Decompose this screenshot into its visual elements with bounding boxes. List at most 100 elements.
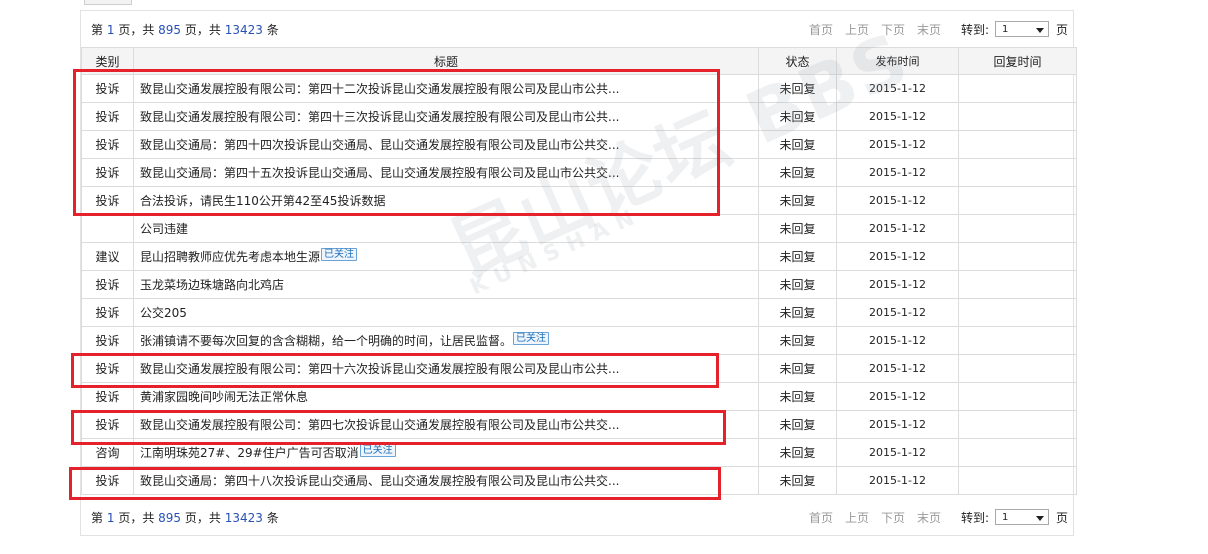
row-title-link[interactable]: 致昆山交通发展控股有限公司：第四十三次投诉昆山交通发展控股有限公司及昆山市公共.… xyxy=(140,110,619,124)
row-title-cell: 合法投诉，请民生110公开第42至45投诉数据 xyxy=(133,186,759,215)
pager-current-page: 1 xyxy=(106,22,115,37)
row-date: 2015-1-12 xyxy=(836,410,959,439)
chevron-down-icon xyxy=(1036,28,1045,33)
row-date: 2015-1-12 xyxy=(836,186,959,215)
row-title-cell: 公司违建 xyxy=(133,214,759,243)
row-title-link[interactable]: 江南明珠苑27#、29#住户广告可否取消 xyxy=(140,446,359,460)
complaint-list-panel: 第 1 页，共 895 页，共 13423 条 首页 上页 下页 末页 转到: … xyxy=(80,10,1077,536)
pager-suffix: 条 xyxy=(266,510,279,525)
row-title-link[interactable]: 公司违建 xyxy=(140,222,188,236)
table-row: 投诉 致昆山交通局：第四十八次投诉昆山交通局、昆山交通发展控股有限公司及昆山市公… xyxy=(81,466,1077,495)
top-stub-button xyxy=(84,0,132,5)
pager-total-pages: 895 xyxy=(158,510,182,525)
row-status: 未回复 xyxy=(758,74,837,103)
row-status: 未回复 xyxy=(758,382,837,411)
pager-bottom: 第 1 页，共 895 页，共 13423 条 首页 上页 下页 末页 转到: … xyxy=(81,499,1073,535)
followed-badge: 已关注 xyxy=(359,444,396,457)
pager-top: 第 1 页，共 895 页，共 13423 条 首页 上页 下页 末页 转到: … xyxy=(81,11,1073,47)
table-row: 投诉 玉龙菜场边珠塘路向北鸡店 未回复 2015-1-12 xyxy=(81,270,1077,299)
row-status: 未回复 xyxy=(758,410,837,439)
last-page-link[interactable]: 末页 xyxy=(917,509,941,526)
row-title-cell: 江南明珠苑27#、29#住户广告可否取消 已关注 xyxy=(133,438,759,467)
prev-page-link[interactable]: 上页 xyxy=(845,21,869,38)
column-header-status: 状态 xyxy=(758,47,837,75)
row-title-link[interactable]: 致昆山交通局：第四十八次投诉昆山交通局、昆山交通发展控股有限公司及昆山市公共交.… xyxy=(140,474,619,488)
row-title-link[interactable]: 致昆山交通局：第四十四次投诉昆山交通局、昆山交通发展控股有限公司及昆山市公共交.… xyxy=(140,138,619,152)
row-title-cell: 玉龙菜场边珠塘路向北鸡店 xyxy=(133,270,759,299)
row-title-link[interactable]: 合法投诉，请民生110公开第42至45投诉数据 xyxy=(140,194,385,208)
pager-mid2: 页，共 xyxy=(184,510,221,525)
row-title-link[interactable]: 昆山招聘教师应优先考虑本地生源 xyxy=(140,250,320,264)
row-title-link[interactable]: 致昆山交通发展控股有限公司：第四十二次投诉昆山交通发展控股有限公司及昆山市公共.… xyxy=(140,82,619,96)
table-row: 投诉 致昆山交通发展控股有限公司：第四十三次投诉昆山交通发展控股有限公司及昆山市… xyxy=(81,102,1077,131)
pager-total-items: 13423 xyxy=(224,22,263,37)
goto-page-select[interactable]: 1 xyxy=(995,21,1050,37)
goto-page-value: 1 xyxy=(1002,512,1009,523)
row-title-cell: 昆山招聘教师应优先考虑本地生源 已关注 xyxy=(133,242,759,271)
row-category: 投诉 xyxy=(81,382,134,411)
row-date: 2015-1-12 xyxy=(836,326,959,355)
row-title-link[interactable]: 致昆山交通发展控股有限公司：第四十六次投诉昆山交通发展控股有限公司及昆山市公共.… xyxy=(140,362,619,376)
next-page-link[interactable]: 下页 xyxy=(881,509,905,526)
first-page-link[interactable]: 首页 xyxy=(809,509,833,526)
pager-info: 第 1 页，共 895 页，共 13423 条 xyxy=(91,509,279,526)
row-status: 未回复 xyxy=(758,130,837,159)
row-title-link[interactable]: 玉龙菜场边珠塘路向北鸡店 xyxy=(140,278,284,292)
row-reply-time xyxy=(958,242,1077,271)
row-title-link[interactable]: 张浦镇请不要每次回复的含含糊糊，给一个明确的时间，让居民监督。 xyxy=(140,334,512,348)
table-row: 咨询 江南明珠苑27#、29#住户广告可否取消 已关注 未回复 2015-1-12 xyxy=(81,438,1077,467)
row-title-cell: 公交205 xyxy=(133,298,759,327)
followed-badge: 已关注 xyxy=(321,248,358,261)
row-reply-time xyxy=(958,186,1077,215)
table-header-row: 类别 标题 状态 发布时间 回复时间 xyxy=(81,47,1077,75)
goto-page: 转到: 1 页 xyxy=(961,509,1068,526)
first-page-link[interactable]: 首页 xyxy=(809,21,833,38)
pager-mid1: 页，共 xyxy=(118,510,155,525)
next-page-link[interactable]: 下页 xyxy=(881,21,905,38)
row-date: 2015-1-12 xyxy=(836,438,959,467)
row-reply-time xyxy=(958,270,1077,299)
pager-nav: 首页 上页 下页 末页 xyxy=(809,21,941,38)
pager-total-pages: 895 xyxy=(158,22,182,37)
row-reply-time xyxy=(958,410,1077,439)
row-status: 未回复 xyxy=(758,466,837,495)
row-title-cell: 致昆山交通发展控股有限公司：第四七次投诉昆山交通发展控股有限公司及昆山市公共交.… xyxy=(133,410,759,439)
row-date: 2015-1-12 xyxy=(836,382,959,411)
pager-info: 第 1 页，共 895 页，共 13423 条 xyxy=(91,21,279,38)
goto-label: 转到: xyxy=(961,22,990,37)
table-row: 投诉 合法投诉，请民生110公开第42至45投诉数据 未回复 2015-1-12 xyxy=(81,186,1077,215)
row-date: 2015-1-12 xyxy=(836,242,959,271)
goto-unit: 页 xyxy=(1056,22,1069,37)
followed-badge: 已关注 xyxy=(513,332,550,345)
complaint-table: 类别 标题 状态 发布时间 回复时间 投诉 致昆山交通发展控股有限公司：第四十二… xyxy=(81,47,1077,495)
row-reply-time xyxy=(958,354,1077,383)
row-date: 2015-1-12 xyxy=(836,270,959,299)
row-date: 2015-1-12 xyxy=(836,74,959,103)
row-date: 2015-1-12 xyxy=(836,158,959,187)
row-status: 未回复 xyxy=(758,158,837,187)
row-title-link[interactable]: 黄浦家园晚间吵闹无法正常休息 xyxy=(140,390,308,404)
pager-total-items: 13423 xyxy=(224,510,263,525)
table-row: 投诉 公交205 未回复 2015-1-12 xyxy=(81,298,1077,327)
row-title-link[interactable]: 致昆山交通发展控股有限公司：第四七次投诉昆山交通发展控股有限公司及昆山市公共交.… xyxy=(140,418,619,432)
table-row: 投诉 黄浦家园晚间吵闹无法正常休息 未回复 2015-1-12 xyxy=(81,382,1077,411)
table-row: 投诉 张浦镇请不要每次回复的含含糊糊，给一个明确的时间，让居民监督。 已关注 未回… xyxy=(81,326,1077,355)
table-row: 公司违建 未回复 2015-1-12 xyxy=(81,214,1077,243)
row-title-link[interactable]: 致昆山交通局：第四十五次投诉昆山交通局、昆山交通发展控股有限公司及昆山市公共交.… xyxy=(140,166,619,180)
row-title-link[interactable]: 公交205 xyxy=(140,306,187,320)
row-title-cell: 致昆山交通局：第四十四次投诉昆山交通局、昆山交通发展控股有限公司及昆山市公共交.… xyxy=(133,130,759,159)
row-reply-time xyxy=(958,214,1077,243)
last-page-link[interactable]: 末页 xyxy=(917,21,941,38)
pager-nav: 首页 上页 下页 末页 xyxy=(809,509,941,526)
prev-page-link[interactable]: 上页 xyxy=(845,509,869,526)
pager-prefix: 第 xyxy=(91,510,104,525)
row-category: 投诉 xyxy=(81,270,134,299)
row-reply-time xyxy=(958,130,1077,159)
row-reply-time xyxy=(958,438,1077,467)
pager-current-page: 1 xyxy=(106,510,115,525)
goto-page: 转到: 1 页 xyxy=(961,21,1068,38)
row-category: 建议 xyxy=(81,242,134,271)
goto-page-select[interactable]: 1 xyxy=(995,509,1050,525)
row-status: 未回复 xyxy=(758,242,837,271)
row-date: 2015-1-12 xyxy=(836,298,959,327)
